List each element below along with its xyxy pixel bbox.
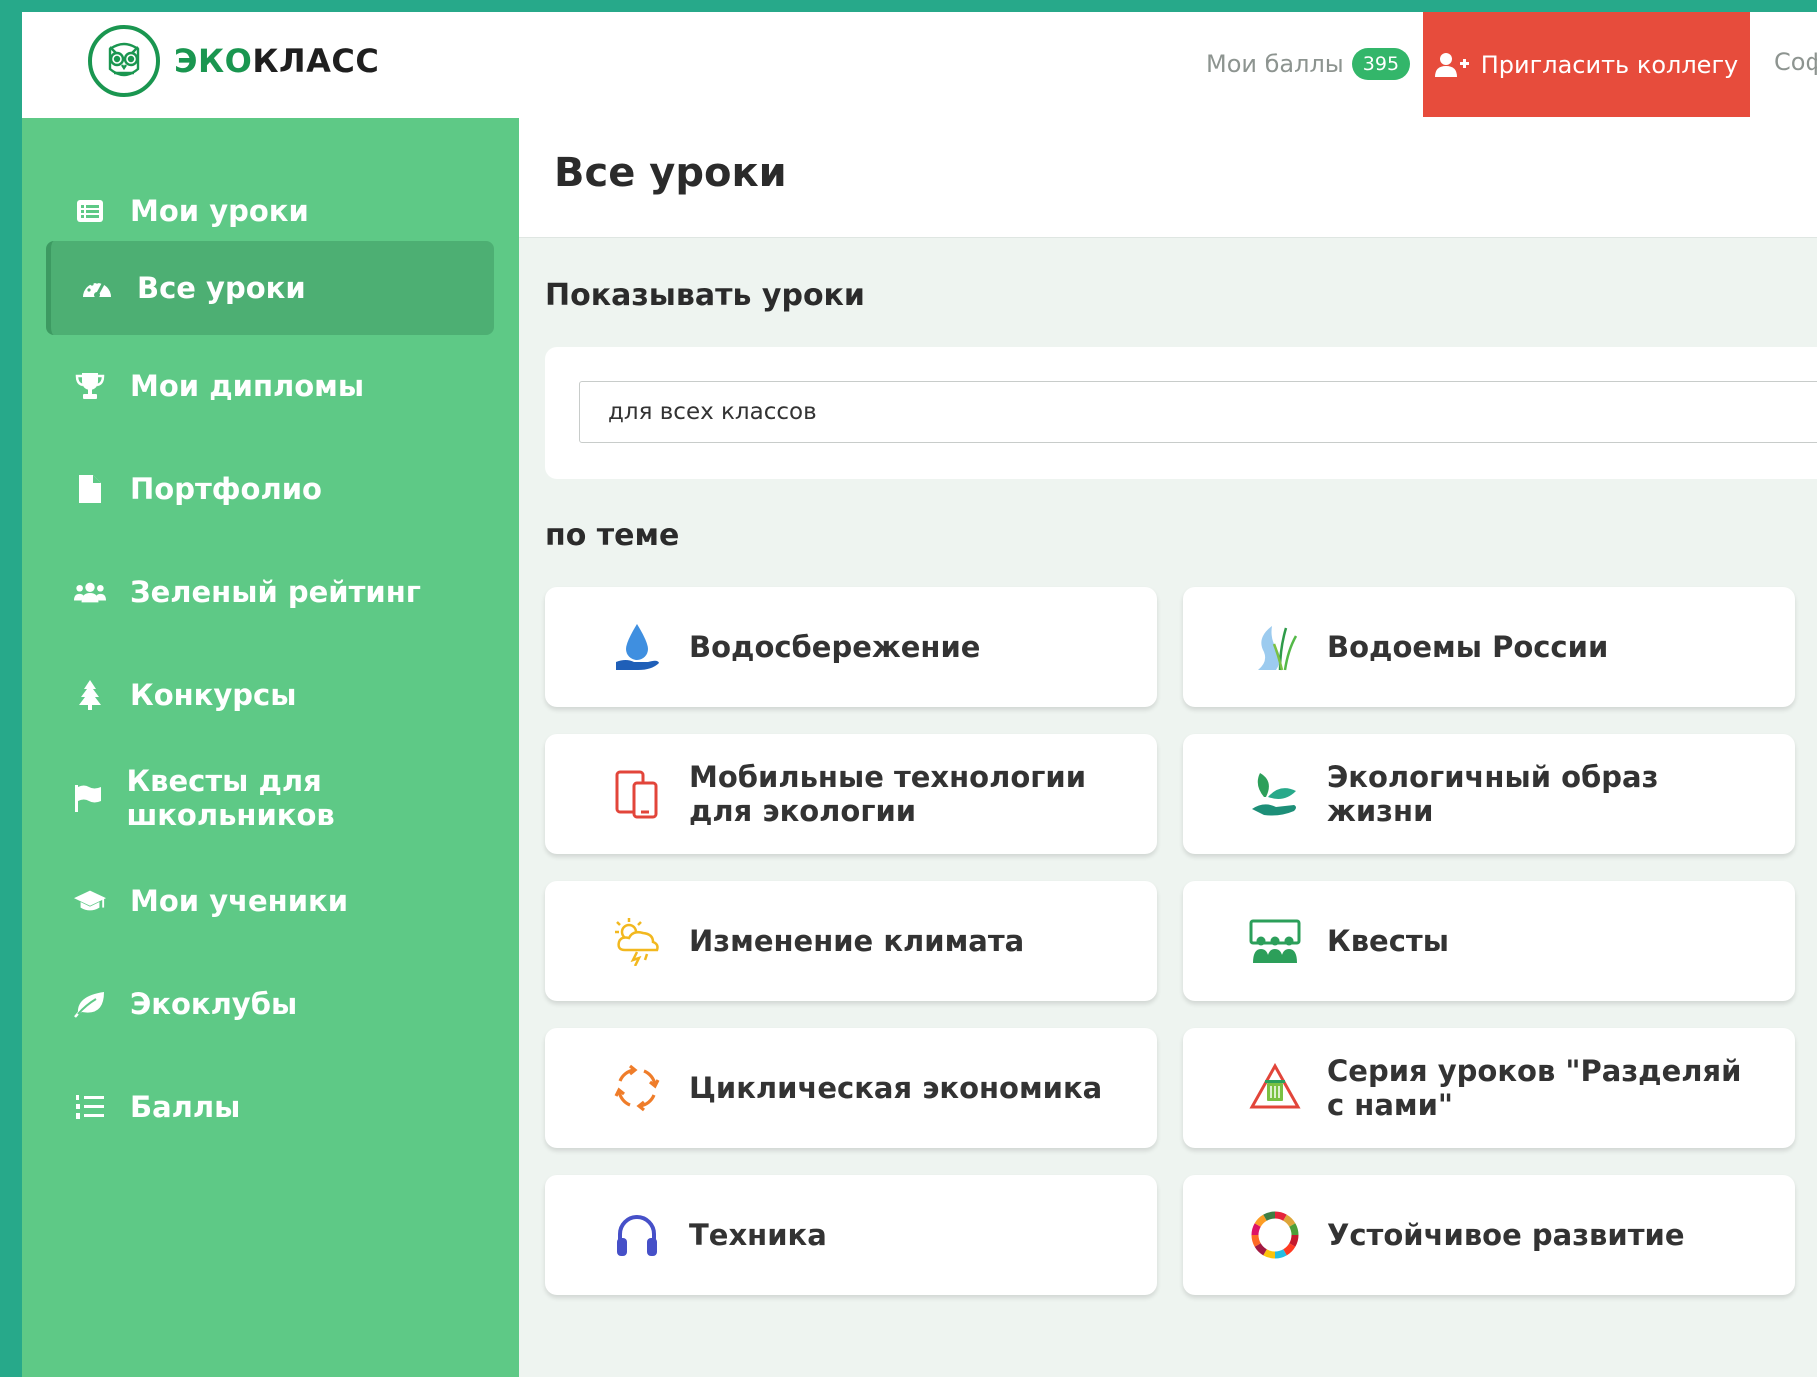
recycle-bin-icon bbox=[1249, 1062, 1301, 1114]
sidebar-item-label: Баллы bbox=[130, 1090, 241, 1124]
sidebar-item-points[interactable]: Баллы bbox=[46, 1060, 494, 1154]
dashboard-icon bbox=[81, 275, 113, 301]
sidebar-item-label: Все уроки bbox=[137, 271, 306, 305]
logo[interactable]: ЭКОКЛАСС bbox=[88, 25, 379, 97]
sidebar-item-label: Мои ученики bbox=[130, 884, 349, 918]
header-link-truncated[interactable]: Соф bbox=[1774, 48, 1817, 76]
cycle-arrows-icon bbox=[611, 1062, 663, 1114]
topic-water-saving[interactable]: Водосбережение bbox=[545, 587, 1157, 707]
sidebar-item-label: Мои уроки bbox=[130, 194, 309, 228]
sidebar-item-label: Зеленый рейтинг bbox=[130, 575, 421, 609]
topic-technology[interactable]: Техника bbox=[545, 1175, 1157, 1295]
water-drop-hand-icon bbox=[611, 621, 663, 673]
topic-label: Экологичный образ жизни bbox=[1327, 759, 1659, 828]
topic-reservoirs-russia[interactable]: Водоемы России bbox=[1183, 587, 1795, 707]
topic-share-with-us[interactable]: Серия уроков "Разделяй с нами" bbox=[1183, 1028, 1795, 1148]
topic-circular-economy[interactable]: Циклическая экономика bbox=[545, 1028, 1157, 1148]
list-ol-icon bbox=[74, 1094, 106, 1120]
river-reeds-icon bbox=[1249, 621, 1301, 673]
flag-icon bbox=[74, 784, 102, 812]
topic-label: Водоемы России bbox=[1327, 629, 1609, 664]
topic-title: по теме bbox=[545, 518, 680, 553]
topic-mobile-technologies[interactable]: Мобильные технологии для экологии bbox=[545, 734, 1157, 854]
sidebar: Мои уроки Все уроки Мои дипломы Портфоли… bbox=[22, 118, 519, 1377]
sidebar-item-portfolio[interactable]: Портфолио bbox=[46, 442, 494, 536]
topic-label: Устойчивое развитие bbox=[1327, 1217, 1685, 1252]
page-header: Все уроки bbox=[519, 118, 1817, 238]
points-badge: 395 bbox=[1351, 48, 1411, 80]
topic-eco-lifestyle[interactable]: Экологичный образ жизни bbox=[1183, 734, 1795, 854]
mobile-devices-icon bbox=[611, 768, 663, 820]
grade-select[interactable]: для всех классов bbox=[579, 381, 1817, 443]
topic-label: Техника bbox=[689, 1217, 827, 1252]
graduation-cap-icon bbox=[74, 889, 106, 913]
topic-label: Изменение климата bbox=[689, 923, 1025, 958]
sprout-hand-icon bbox=[1249, 768, 1301, 820]
page-title: Все уроки bbox=[554, 150, 787, 196]
logo-text-prefix: ЭКО bbox=[174, 42, 253, 80]
topic-sustainable-development[interactable]: Устойчивое развитие bbox=[1183, 1175, 1795, 1295]
file-icon bbox=[74, 475, 106, 503]
my-points[interactable]: Мои баллы 395 bbox=[1206, 48, 1411, 80]
topic-label: Квесты bbox=[1327, 923, 1449, 958]
topic-quests[interactable]: Квесты bbox=[1183, 881, 1795, 1001]
trophy-icon bbox=[74, 372, 106, 400]
sidebar-item-all-lessons[interactable]: Все уроки bbox=[46, 241, 494, 335]
sidebar-item-green-rating[interactable]: Зеленый рейтинг bbox=[46, 545, 494, 639]
sidebar-item-contests[interactable]: Конкурсы bbox=[46, 648, 494, 742]
list-card-icon bbox=[74, 200, 106, 222]
logo-text: ЭКОКЛАСС bbox=[174, 42, 379, 80]
topic-label: Серия уроков "Разделяй с нами" bbox=[1327, 1053, 1742, 1122]
storm-cloud-sun-icon bbox=[611, 915, 663, 967]
group-board-icon bbox=[1249, 915, 1301, 967]
sidebar-item-label: Портфолио bbox=[130, 472, 322, 506]
invite-colleague-label: Пригласить коллегу bbox=[1480, 50, 1739, 79]
topic-label: Водосбережение bbox=[689, 629, 981, 664]
topic-climate-change[interactable]: Изменение климата bbox=[545, 881, 1157, 1001]
sidebar-item-label: Мои дипломы bbox=[130, 369, 365, 403]
app-frame: ЭКОКЛАСС Мои баллы 395 Пригласить коллег… bbox=[22, 12, 1817, 1377]
sidebar-item-ecoclubs[interactable]: Экоклубы bbox=[46, 957, 494, 1051]
sdg-wheel-icon bbox=[1249, 1209, 1301, 1261]
top-bar: ЭКОКЛАСС Мои баллы 395 Пригласить коллег… bbox=[22, 12, 1817, 119]
headphones-icon bbox=[611, 1209, 663, 1261]
sidebar-item-label: Экоклубы bbox=[130, 987, 298, 1021]
invite-colleague-button[interactable]: Пригласить коллегу bbox=[1423, 12, 1750, 117]
users-icon bbox=[74, 580, 106, 604]
show-lessons-title: Показывать уроки bbox=[545, 278, 865, 313]
tree-icon bbox=[74, 680, 106, 710]
sidebar-item-label: Квесты для школьников bbox=[126, 764, 335, 832]
sidebar-item-label: Конкурсы bbox=[130, 678, 297, 712]
user-plus-icon bbox=[1434, 52, 1469, 78]
sidebar-item-my-students[interactable]: Мои ученики bbox=[46, 854, 494, 948]
logo-text-suffix: КЛАСС bbox=[252, 42, 380, 80]
leaf-icon bbox=[74, 990, 106, 1018]
my-points-label: Мои баллы bbox=[1206, 50, 1344, 78]
topic-label: Мобильные технологии для экологии bbox=[689, 759, 1087, 828]
sidebar-item-quests[interactable]: Квесты для школьников bbox=[46, 751, 494, 845]
topic-label: Циклическая экономика bbox=[689, 1070, 1103, 1105]
sidebar-item-my-diplomas[interactable]: Мои дипломы bbox=[46, 339, 494, 433]
owl-logo-icon bbox=[88, 25, 160, 97]
